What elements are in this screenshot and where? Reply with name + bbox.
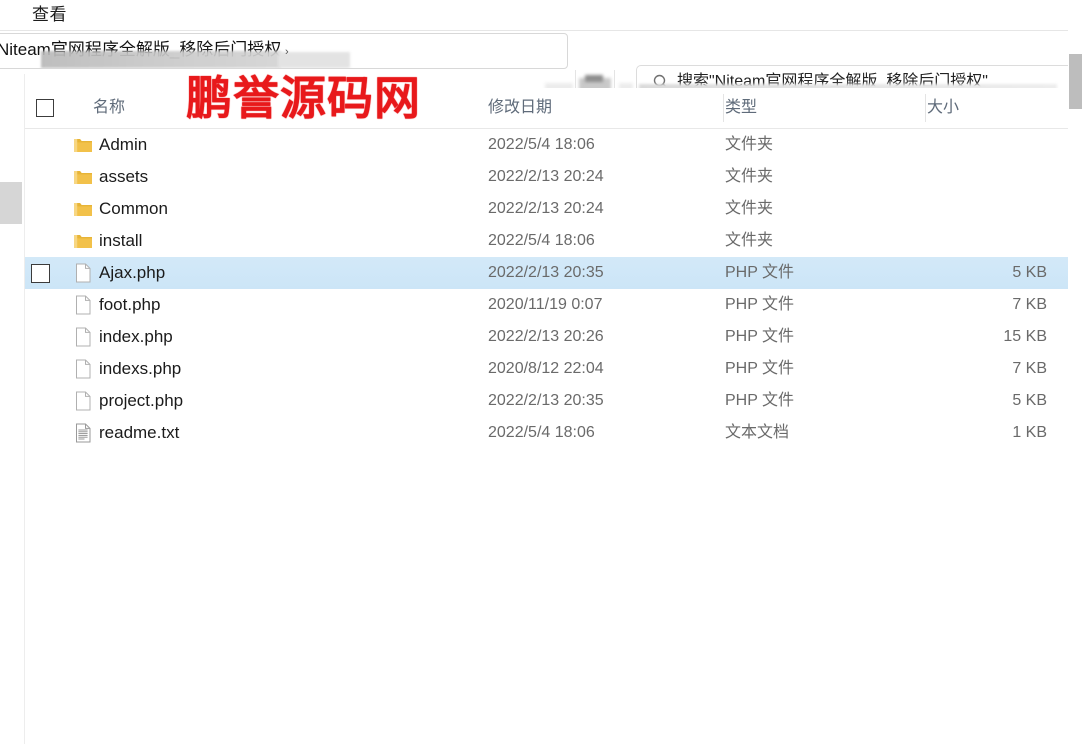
file-modified-date: 2022/2/13 20:26 xyxy=(488,328,604,345)
file-row[interactable]: install 2022/5/4 18:06 文件夹 xyxy=(25,225,1068,257)
file-name: project.php xyxy=(99,391,184,410)
column-header-name[interactable]: 名称 xyxy=(93,88,125,128)
select-all-checkbox[interactable] xyxy=(36,99,54,117)
file-type: PHP 文件 xyxy=(725,328,795,345)
file-modified-date: 2022/2/13 20:35 xyxy=(488,392,604,409)
file-row[interactable]: index.php 2022/2/13 20:26 PHP 文件 15 KB xyxy=(25,321,1068,353)
file-name: index.php xyxy=(99,327,173,346)
folder-icon xyxy=(72,134,94,156)
file-name: foot.php xyxy=(99,295,161,314)
file-icon xyxy=(72,358,94,380)
file-name: indexs.php xyxy=(99,359,182,378)
column-header-row: 名称 修改日期 类型 大小 xyxy=(25,88,1068,129)
file-type: PHP 文件 xyxy=(725,360,795,377)
file-name: install xyxy=(99,231,143,250)
file-size: 1 KB xyxy=(1012,424,1047,441)
toolbar-icon-up-glyph xyxy=(585,75,603,82)
menu-item-view[interactable]: 查看 xyxy=(28,2,71,28)
file-name: Admin xyxy=(99,135,148,154)
file-modified-date: 2022/2/13 20:24 xyxy=(488,168,604,185)
address-bar-row: Niteam官网程序全解版_移除后门授权 › 搜索"Niteam官网程序全解版_… xyxy=(0,31,1083,100)
file-modified-date: 2022/2/13 20:35 xyxy=(488,264,604,281)
file-modified-date: 2022/5/4 18:06 xyxy=(488,136,595,153)
column-divider-2[interactable] xyxy=(925,94,926,122)
file-name: readme.txt xyxy=(99,423,180,442)
file-size xyxy=(885,129,1047,161)
file-type: 文件夹 xyxy=(725,168,774,185)
file-modified-date: 2020/11/19 0:07 xyxy=(488,296,603,313)
file-modified-date: 2020/8/12 22:04 xyxy=(488,360,604,377)
folder-icon xyxy=(72,198,94,220)
file-size: 15 KB xyxy=(1003,328,1047,345)
column-header-date[interactable]: 修改日期 xyxy=(488,88,552,128)
column-header-type[interactable]: 类型 xyxy=(725,88,757,128)
breadcrumb-separator[interactable]: › xyxy=(285,46,289,58)
file-name: assets xyxy=(99,167,149,186)
file-name: Common xyxy=(99,199,168,218)
file-icon xyxy=(72,390,94,412)
file-type: 文件夹 xyxy=(725,200,774,217)
file-list: Admin 2022/5/4 18:06 文件夹 assets 2022/2/13 20… xyxy=(25,129,1068,689)
file-size xyxy=(885,161,1047,193)
file-icon xyxy=(72,294,94,316)
file-modified-date: 2022/2/13 20:24 xyxy=(488,200,604,217)
file-type: PHP 文件 xyxy=(725,264,795,281)
file-size: 5 KB xyxy=(1012,264,1047,281)
folder-icon xyxy=(72,166,94,188)
folder-icon xyxy=(72,230,94,252)
vertical-scrollbar-thumb[interactable] xyxy=(1069,54,1082,109)
file-row[interactable]: project.php 2022/2/13 20:35 PHP 文件 5 KB xyxy=(25,385,1068,417)
address-bar[interactable]: Niteam官网程序全解版_移除后门授权 › xyxy=(0,33,568,69)
file-row[interactable]: Admin 2022/5/4 18:06 文件夹 xyxy=(25,129,1068,161)
file-row[interactable]: foot.php 2020/11/19 0:07 PHP 文件 7 KB xyxy=(25,289,1068,321)
address-bar-redaction xyxy=(41,51,281,68)
vertical-scrollbar-track[interactable] xyxy=(1068,30,1083,744)
file-type: PHP 文件 xyxy=(725,296,795,313)
file-type: 文本文档 xyxy=(725,424,790,441)
text-file-icon xyxy=(72,422,94,444)
file-icon xyxy=(72,326,94,348)
navigation-pane-edge xyxy=(0,74,25,744)
file-row[interactable]: Common 2022/2/13 20:24 文件夹 xyxy=(25,193,1068,225)
file-modified-date: 2022/5/4 18:06 xyxy=(488,424,595,441)
file-size xyxy=(885,193,1047,225)
file-type: 文件夹 xyxy=(725,232,774,249)
file-size xyxy=(885,225,1047,257)
menu-bar: 查看 xyxy=(0,0,1083,31)
file-size: 7 KB xyxy=(1012,296,1047,313)
file-icon xyxy=(72,262,94,284)
file-size: 7 KB xyxy=(1012,360,1047,377)
navigation-pane-scrollbar-thumb[interactable] xyxy=(0,182,22,224)
file-row-checkbox[interactable] xyxy=(31,264,50,283)
file-size: 5 KB xyxy=(1012,392,1047,409)
file-row[interactable]: indexs.php 2020/8/12 22:04 PHP 文件 7 KB xyxy=(25,353,1068,385)
file-row[interactable]: readme.txt 2022/5/4 18:06 文本文档 1 KB xyxy=(25,417,1068,449)
file-type: 文件夹 xyxy=(725,136,774,153)
file-name: Ajax.php xyxy=(99,263,166,282)
column-header-size[interactable]: 大小 xyxy=(927,88,959,128)
column-divider-1[interactable] xyxy=(723,94,724,122)
file-row[interactable]: Ajax.php 2022/2/13 20:35 PHP 文件 5 KB xyxy=(25,257,1068,289)
file-type: PHP 文件 xyxy=(725,392,795,409)
file-modified-date: 2022/5/4 18:06 xyxy=(488,232,595,249)
file-row[interactable]: assets 2022/2/13 20:24 文件夹 xyxy=(25,161,1068,193)
